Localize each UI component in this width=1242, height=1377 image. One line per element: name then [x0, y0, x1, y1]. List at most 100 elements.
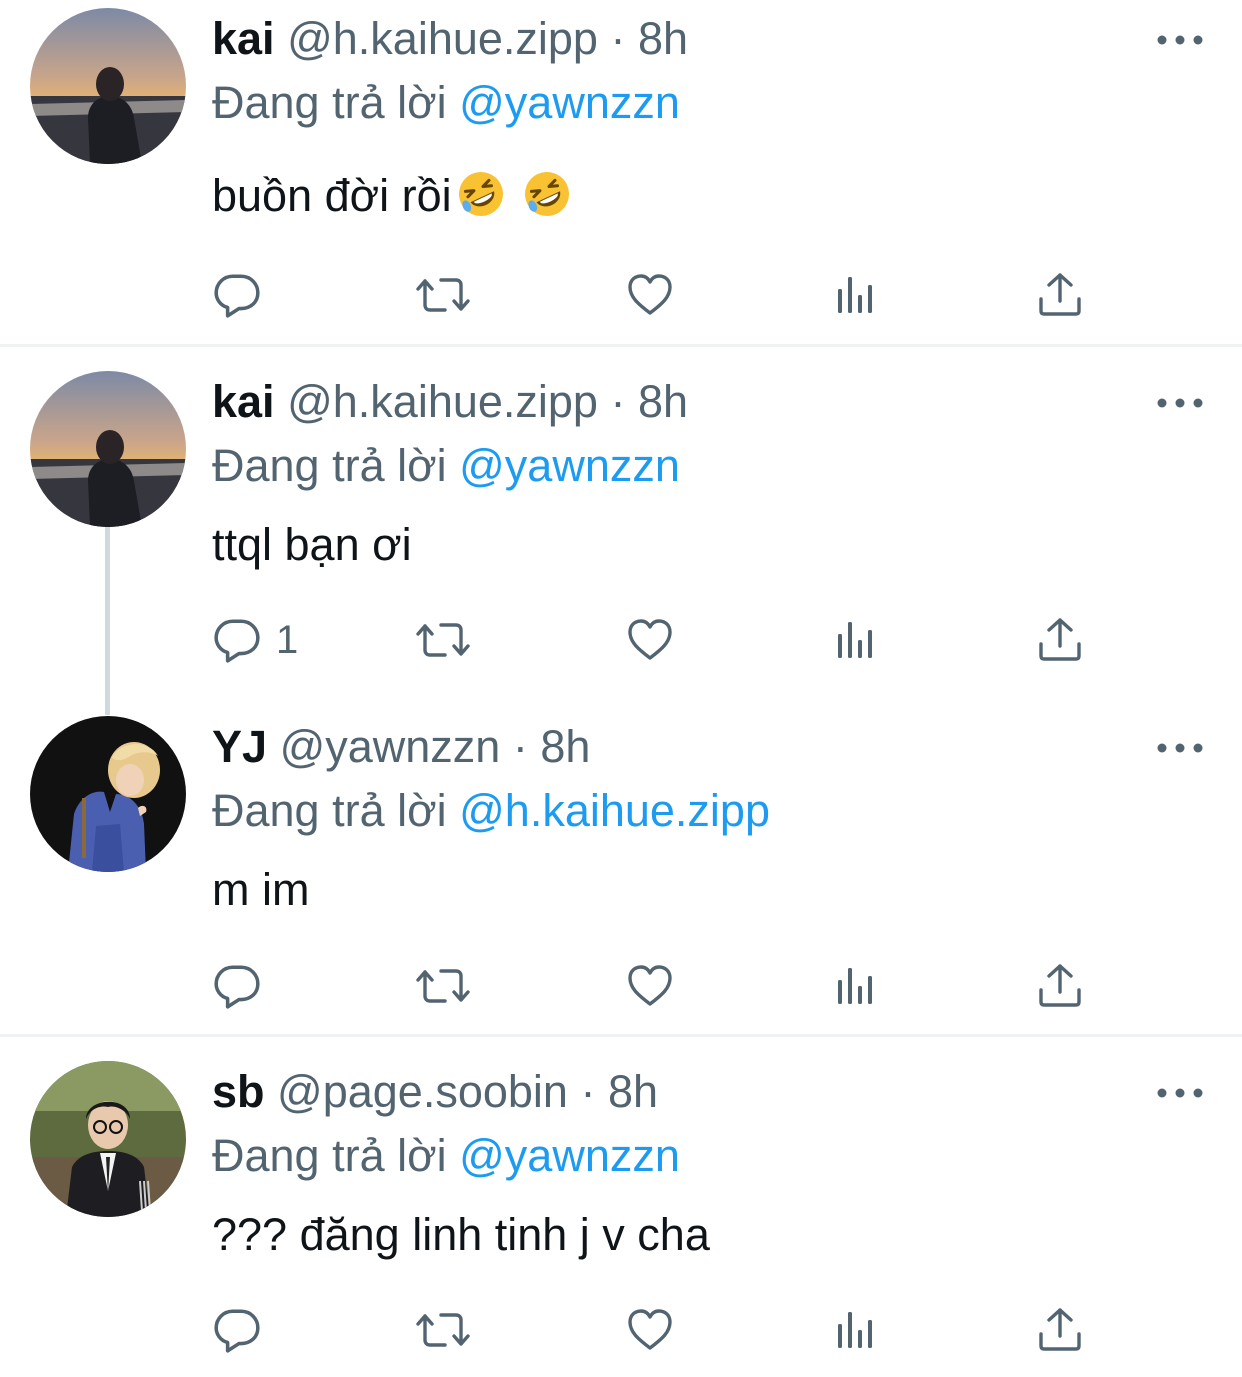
- timestamp[interactable]: 8h: [638, 13, 688, 64]
- views-button[interactable]: [832, 265, 880, 325]
- reply-bubble-icon: [212, 961, 262, 1011]
- replying-to: Đang trả lời @yawnzzn: [212, 75, 680, 131]
- reply-count: 1: [276, 617, 299, 662]
- avatar[interactable]: [30, 1061, 186, 1217]
- timestamp[interactable]: 8h: [638, 376, 688, 427]
- user-handle[interactable]: @yawnzzn: [280, 721, 501, 772]
- display-name[interactable]: kai: [212, 13, 275, 64]
- tweet-text-content: buồn đời rồi: [212, 170, 452, 221]
- analytics-bars-icon: [832, 1306, 880, 1354]
- tweet-text-content: ttql bạn ơi: [212, 519, 412, 570]
- reply-button[interactable]: 1: [212, 610, 298, 670]
- share-upload-icon: [1036, 616, 1084, 664]
- separator: ·: [567, 1066, 608, 1117]
- tweet-text: buồn đời rồi🤣: [212, 168, 572, 224]
- reply-button[interactable]: [212, 265, 262, 325]
- separator: ·: [597, 13, 638, 64]
- tweet-actions: 1: [0, 610, 1242, 670]
- like-button[interactable]: [626, 1300, 674, 1360]
- reply-button[interactable]: [212, 956, 262, 1016]
- retweet-button[interactable]: [415, 1300, 471, 1360]
- tweet-actions: [0, 1300, 1242, 1360]
- reply-bubble-icon: [212, 615, 262, 665]
- replying-to-label: Đang trả lời: [212, 1130, 460, 1181]
- separator: ·: [597, 376, 638, 427]
- user-handle[interactable]: @page.soobin: [277, 1066, 568, 1117]
- tweet-actions: [0, 956, 1242, 1016]
- heart-icon: [626, 962, 674, 1010]
- share-button[interactable]: [1036, 956, 1084, 1016]
- display-name[interactable]: kai: [212, 376, 275, 427]
- user-handle[interactable]: @h.kaihue.zipp: [287, 376, 598, 427]
- more-button[interactable]: [1154, 391, 1206, 415]
- like-button[interactable]: [626, 265, 674, 325]
- more-button[interactable]: [1154, 1081, 1206, 1105]
- views-button[interactable]: [832, 610, 880, 670]
- heart-icon: [626, 616, 674, 664]
- replying-to: Đang trả lời @yawnzzn: [212, 438, 680, 494]
- rofl-emoji-icon: [525, 172, 570, 216]
- mention-link[interactable]: @yawnzzn: [459, 1130, 680, 1181]
- replying-to-label: Đang trả lời: [212, 77, 460, 128]
- heart-icon: [626, 1306, 674, 1354]
- retweet-icon: [415, 1306, 471, 1354]
- tweet[interactable]: sb @page.soobin · 8h Đang trả lời @yawnz…: [0, 1037, 1242, 1377]
- views-button[interactable]: [832, 1300, 880, 1360]
- replying-to-label: Đang trả lời: [212, 440, 460, 491]
- display-name[interactable]: YJ: [212, 721, 267, 772]
- rofl-emoji-icon: [458, 172, 503, 216]
- share-upload-icon: [1036, 962, 1084, 1010]
- display-name[interactable]: sb: [212, 1066, 265, 1117]
- more-button[interactable]: [1154, 736, 1206, 760]
- mention-link[interactable]: @yawnzzn: [459, 440, 680, 491]
- analytics-bars-icon: [832, 271, 880, 319]
- retweet-button[interactable]: [415, 956, 471, 1016]
- replying-to-label: Đang trả lời: [212, 785, 460, 836]
- tweet-text-content: ??? đăng linh tinh j v cha: [212, 1209, 710, 1260]
- tweet-text: m im: [212, 862, 309, 918]
- tweet-header: kai @h.kaihue.zipp · 8h: [212, 374, 688, 430]
- tweet[interactable]: YJ @yawnzzn · 8h Đang trả lời @h.kaihue.…: [0, 692, 1242, 1034]
- tweet-actions: [0, 265, 1242, 325]
- tweet-text: ??? đăng linh tinh j v cha: [212, 1207, 710, 1263]
- more-button[interactable]: [1154, 28, 1206, 52]
- avatar[interactable]: [30, 371, 186, 527]
- user-handle[interactable]: @h.kaihue.zipp: [287, 13, 598, 64]
- analytics-bars-icon: [832, 616, 880, 664]
- retweet-icon: [415, 271, 471, 319]
- like-button[interactable]: [626, 610, 674, 670]
- reply-bubble-icon: [212, 270, 262, 320]
- more-dots-icon: [1154, 736, 1206, 760]
- replying-to: Đang trả lời @h.kaihue.zipp: [212, 783, 770, 839]
- avatar[interactable]: [30, 716, 186, 872]
- retweet-button[interactable]: [415, 265, 471, 325]
- timestamp[interactable]: 8h: [540, 721, 590, 772]
- more-dots-icon: [1154, 391, 1206, 415]
- retweet-icon: [415, 616, 471, 664]
- share-button[interactable]: [1036, 265, 1084, 325]
- mention-link[interactable]: @yawnzzn: [459, 77, 680, 128]
- more-dots-icon: [1154, 28, 1206, 52]
- reply-bubble-icon: [212, 1305, 262, 1355]
- reply-button[interactable]: [212, 1300, 262, 1360]
- mention-link[interactable]: @h.kaihue.zipp: [459, 785, 770, 836]
- share-upload-icon: [1036, 271, 1084, 319]
- tweet-header: kai @h.kaihue.zipp · 8h: [212, 11, 688, 67]
- tweet[interactable]: kai @h.kaihue.zipp · 8h Đang trả lời @ya…: [0, 347, 1242, 715]
- analytics-bars-icon: [832, 962, 880, 1010]
- avatar[interactable]: [30, 8, 186, 164]
- share-button[interactable]: [1036, 610, 1084, 670]
- timestamp[interactable]: 8h: [608, 1066, 658, 1117]
- more-dots-icon: [1154, 1081, 1206, 1105]
- views-button[interactable]: [832, 956, 880, 1016]
- share-button[interactable]: [1036, 1300, 1084, 1360]
- separator: ·: [500, 721, 541, 772]
- share-upload-icon: [1036, 1306, 1084, 1354]
- heart-icon: [626, 271, 674, 319]
- like-button[interactable]: [626, 956, 674, 1016]
- tweet-text: ttql bạn ơi: [212, 517, 412, 573]
- tweet[interactable]: kai @h.kaihue.zipp · 8h Đang trả lời @ya…: [0, 0, 1242, 345]
- tweet-header: YJ @yawnzzn · 8h: [212, 719, 590, 775]
- retweet-button[interactable]: [415, 610, 471, 670]
- tweet-header: sb @page.soobin · 8h: [212, 1064, 658, 1120]
